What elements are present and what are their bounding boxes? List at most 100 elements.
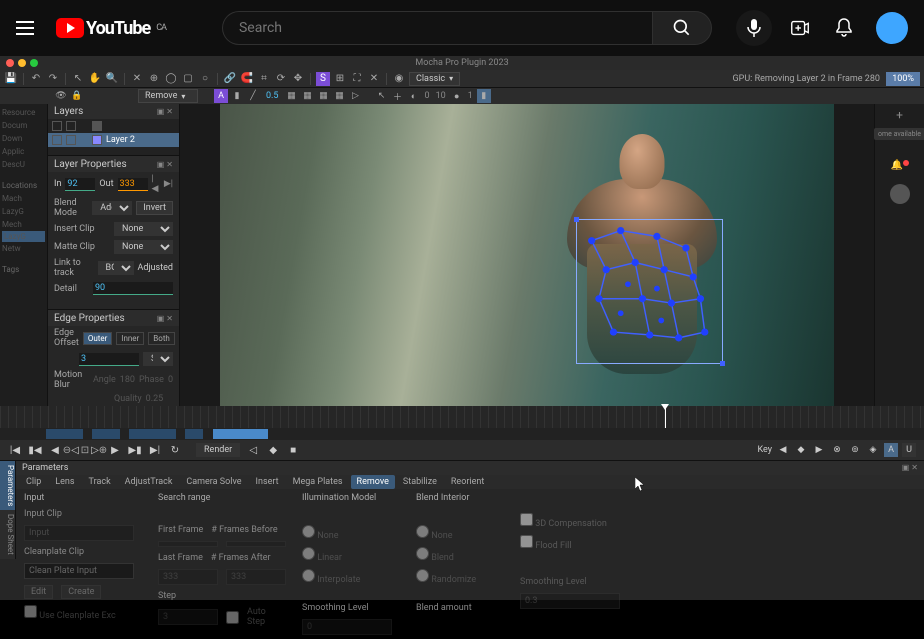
voice-search-button[interactable] (736, 10, 772, 46)
tab-lens[interactable]: Lens (49, 475, 80, 489)
zoom-in-icon[interactable]: ⊕ (96, 443, 110, 457)
parameters-sidetab[interactable]: Parameters (0, 461, 16, 510)
in-frame-input[interactable] (65, 178, 95, 191)
tool-grid3-icon[interactable]: ▦ (317, 89, 331, 103)
pin-icon[interactable]: ▣ (157, 160, 165, 169)
tool-a-icon[interactable]: A (214, 89, 228, 103)
circle-icon[interactable]: ◉ (392, 72, 406, 86)
add-xspline-icon[interactable]: ⊕ (147, 72, 161, 86)
out-frame-input[interactable] (118, 178, 148, 191)
key-add-icon[interactable]: ◆ (794, 443, 808, 457)
tool-angle-icon[interactable]: ◐ (407, 89, 421, 103)
window-controls[interactable] (6, 59, 38, 67)
sidebar-item-selected[interactable]: LazyG (2, 231, 45, 242)
matte-clip-select[interactable]: None (114, 240, 173, 254)
both-tab[interactable]: Both (148, 332, 175, 345)
tool-grid1-icon[interactable]: ▦ (285, 89, 299, 103)
sidebar-item[interactable]: Mech (2, 218, 45, 231)
clip-segment[interactable] (129, 429, 175, 439)
bezier-icon[interactable]: ◯ (164, 72, 178, 86)
floodfill-checkbox[interactable] (520, 535, 533, 548)
notification-bell-icon[interactable]: 🔔 (891, 160, 909, 178)
goto-end-icon[interactable]: ▶| (148, 443, 162, 457)
workspace-select[interactable]: Remove (138, 89, 198, 103)
mesh-overlay[interactable] (576, 219, 723, 364)
create-icon[interactable] (788, 16, 812, 40)
autokey-a-icon[interactable]: A (884, 443, 898, 457)
step-fwd-icon[interactable]: ▶ (108, 443, 122, 457)
notifications-icon[interactable] (832, 16, 856, 40)
close-icon[interactable]: ✕ (166, 314, 173, 323)
last-frame-input[interactable]: 333 (158, 569, 218, 585)
zoom-icon[interactable]: 🔍 (105, 72, 119, 86)
goto-start-icon[interactable]: |◀ (8, 443, 22, 457)
key-all-icon[interactable]: ⊚ (848, 443, 862, 457)
tab-megaplates[interactable]: Mega Plates (287, 475, 349, 489)
edge-offset-input[interactable] (79, 353, 139, 366)
tool-tri-icon[interactable]: ▷ (349, 89, 363, 103)
tab-reorient[interactable]: Reorient (445, 475, 490, 489)
visibility-toggle[interactable] (52, 121, 62, 131)
zoom-fit-icon[interactable]: ⊡ (78, 443, 92, 457)
color-swatch[interactable] (92, 135, 102, 145)
undo-icon[interactable]: ↶ (29, 72, 43, 86)
step-input[interactable]: 3 (158, 609, 218, 625)
transform-icon[interactable]: ⌗ (257, 72, 271, 86)
tool-dot-icon[interactable]: ● (450, 89, 464, 103)
menu-icon[interactable] (16, 16, 40, 40)
edit-button[interactable]: Edit (24, 585, 53, 599)
next-key-icon[interactable]: ▶▮ (128, 443, 142, 457)
clip-segment[interactable] (213, 429, 268, 439)
save-icon[interactable]: 💾 (4, 72, 18, 86)
sidebar-item[interactable]: Mach (2, 192, 45, 205)
tool-grid4-icon[interactable]: ▦ (333, 89, 347, 103)
zoom-out-icon[interactable]: ⊖ (60, 443, 74, 457)
tool-marker-icon[interactable]: ▮ (230, 89, 244, 103)
minimize-dot[interactable] (18, 59, 26, 67)
tool-grid2-icon[interactable]: ▦ (301, 89, 315, 103)
magnet-icon[interactable]: 🧲 (240, 72, 254, 86)
grid-icon[interactable]: ⊞ (333, 72, 347, 86)
youtube-logo[interactable]: YouTubeCA (56, 18, 166, 39)
pointer-icon[interactable]: ↖ (71, 72, 85, 86)
insert-clip-select[interactable]: None (114, 222, 173, 236)
ellipse-icon[interactable]: ○ (198, 72, 212, 86)
input-clip-select[interactable]: Input (24, 525, 134, 541)
link-track-select[interactable]: BG (98, 261, 134, 275)
set-select[interactable]: Set (143, 352, 173, 366)
render-back-icon[interactable]: ◁ (246, 443, 260, 457)
sidebar-item[interactable]: Down (2, 132, 45, 145)
visibility-toggle[interactable] (52, 135, 62, 145)
sidebar-item[interactable]: DescU (2, 158, 45, 171)
rect-icon[interactable]: ▢ (181, 72, 195, 86)
tool-add-icon[interactable]: ＋ (391, 89, 405, 103)
use-cleanplate-checkbox[interactable] (24, 605, 37, 618)
autostep-checkbox[interactable] (226, 611, 239, 624)
sidebar-item[interactable]: Netw (2, 242, 45, 255)
render-button[interactable]: Render (196, 443, 240, 457)
pin-icon[interactable]: ▣ (157, 314, 165, 323)
sidebar-item[interactable]: LazyG (2, 205, 45, 218)
nav-next-icon[interactable]: ▶| (164, 179, 173, 189)
tab-clip[interactable]: Clip (20, 475, 47, 489)
playhead[interactable] (665, 406, 666, 428)
timeline-track[interactable] (0, 428, 924, 440)
3dcomp-checkbox[interactable] (520, 513, 533, 526)
track-toggle[interactable] (66, 135, 76, 145)
illum-linear-radio[interactable] (302, 547, 315, 560)
key-auto-icon[interactable]: ◈ (866, 443, 880, 457)
detail-input[interactable] (93, 282, 173, 295)
clip-segment[interactable] (46, 429, 83, 439)
loop-icon[interactable]: ↻ (168, 443, 182, 457)
search-button[interactable] (652, 11, 712, 45)
maximize-dot[interactable] (30, 59, 38, 67)
pin-icon[interactable]: ▣ (157, 107, 165, 116)
color-swatch[interactable] (92, 121, 102, 131)
blend-mode-select[interactable]: Add (92, 201, 132, 215)
render-fwd-icon[interactable]: ■ (286, 443, 300, 457)
frames-after-input[interactable]: 333 (226, 569, 286, 585)
link-icon[interactable]: 🔗 (223, 72, 237, 86)
crosshair-icon[interactable]: ✕ (367, 72, 381, 86)
tab-insert[interactable]: Insert (250, 475, 285, 489)
viewer-canvas[interactable] (220, 104, 834, 406)
